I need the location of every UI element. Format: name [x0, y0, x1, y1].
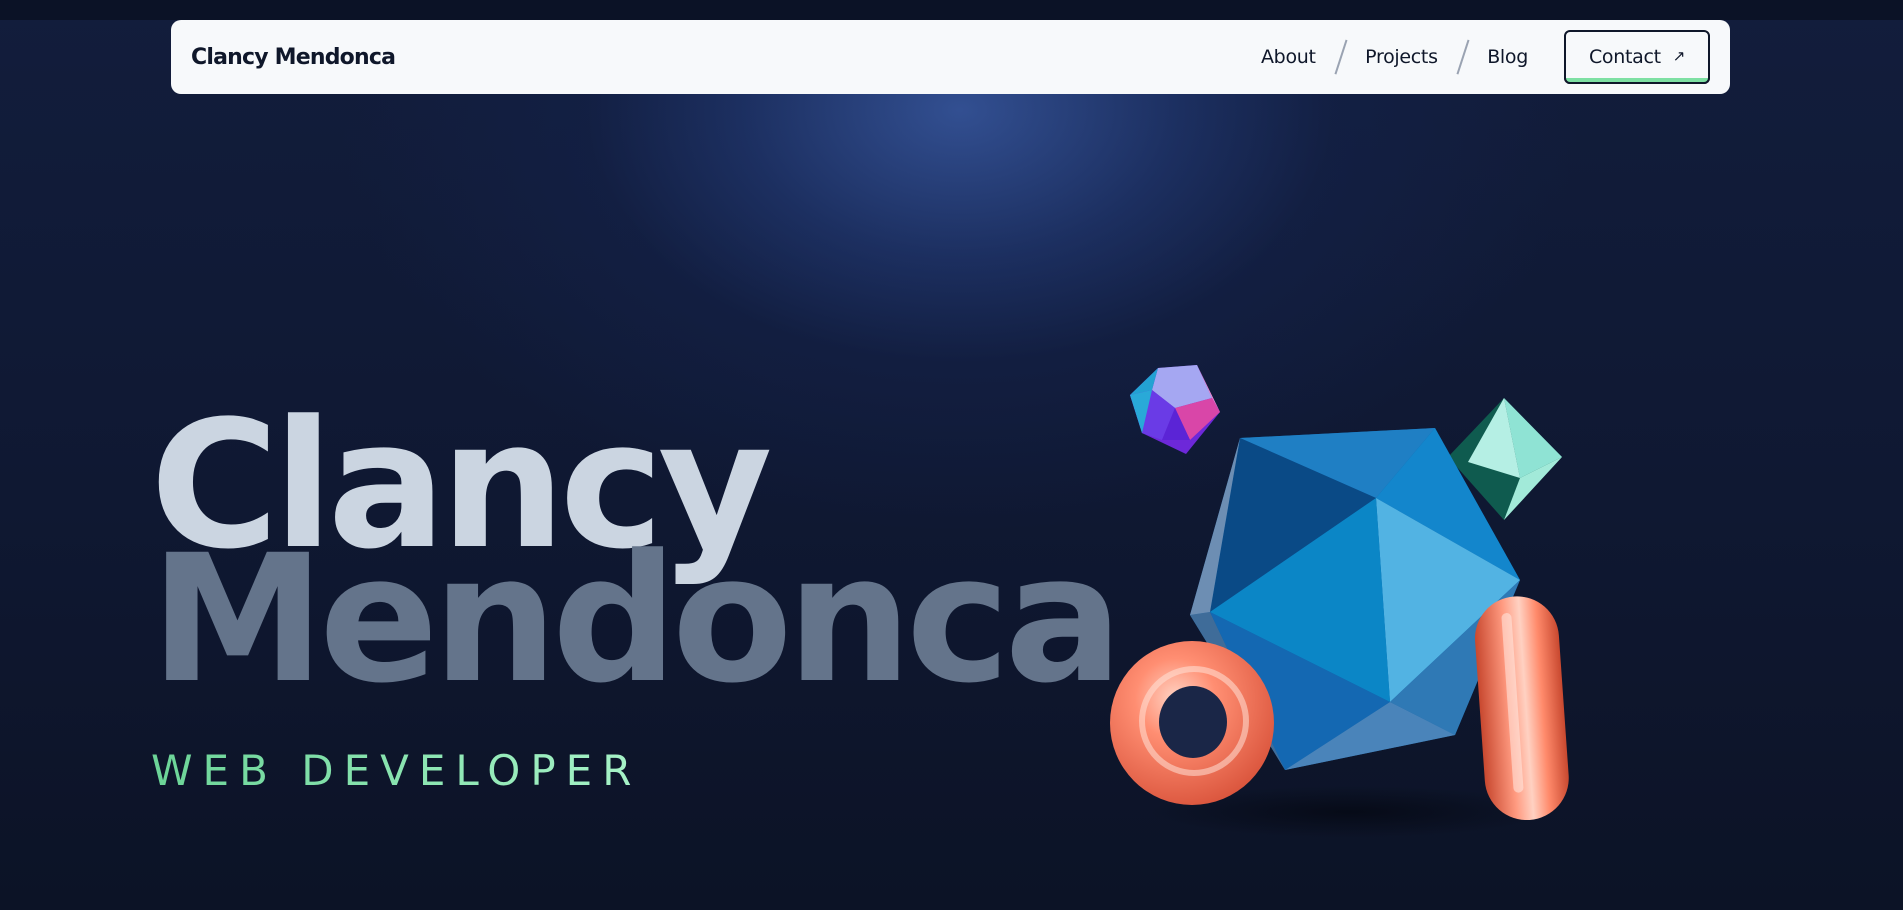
dodecahedron-shape: [1130, 365, 1220, 454]
top-strip: [0, 0, 1903, 20]
navbar: Clancy Mendonca About Projects Blog Cont…: [171, 20, 1730, 94]
brand-logo-link[interactable]: Clancy Mendonca: [191, 20, 396, 94]
nav-links: About Projects Blog Contact ↗: [1261, 20, 1710, 94]
page: Clancy Mendonca About Projects Blog Cont…: [0, 0, 1903, 910]
hero-3d-shapes-illustration: [1110, 365, 1569, 838]
contact-button-label: Contact: [1588, 46, 1661, 68]
nav-divider: [1456, 39, 1469, 75]
hero-last-name: Mendonca: [150, 517, 1123, 722]
nav-link-about[interactable]: About: [1261, 46, 1316, 68]
nav-link-projects[interactable]: Projects: [1365, 46, 1438, 68]
nav-divider: [1334, 39, 1347, 75]
nav-link-blog[interactable]: Blog: [1487, 46, 1528, 68]
arrow-up-right-icon: ↗: [1672, 46, 1686, 65]
capsule-shape: [1474, 596, 1569, 821]
torus-shape: [1110, 641, 1274, 805]
hero-role: WEB DEVELOPER: [151, 746, 642, 795]
contact-button[interactable]: Contact ↗: [1564, 30, 1710, 84]
